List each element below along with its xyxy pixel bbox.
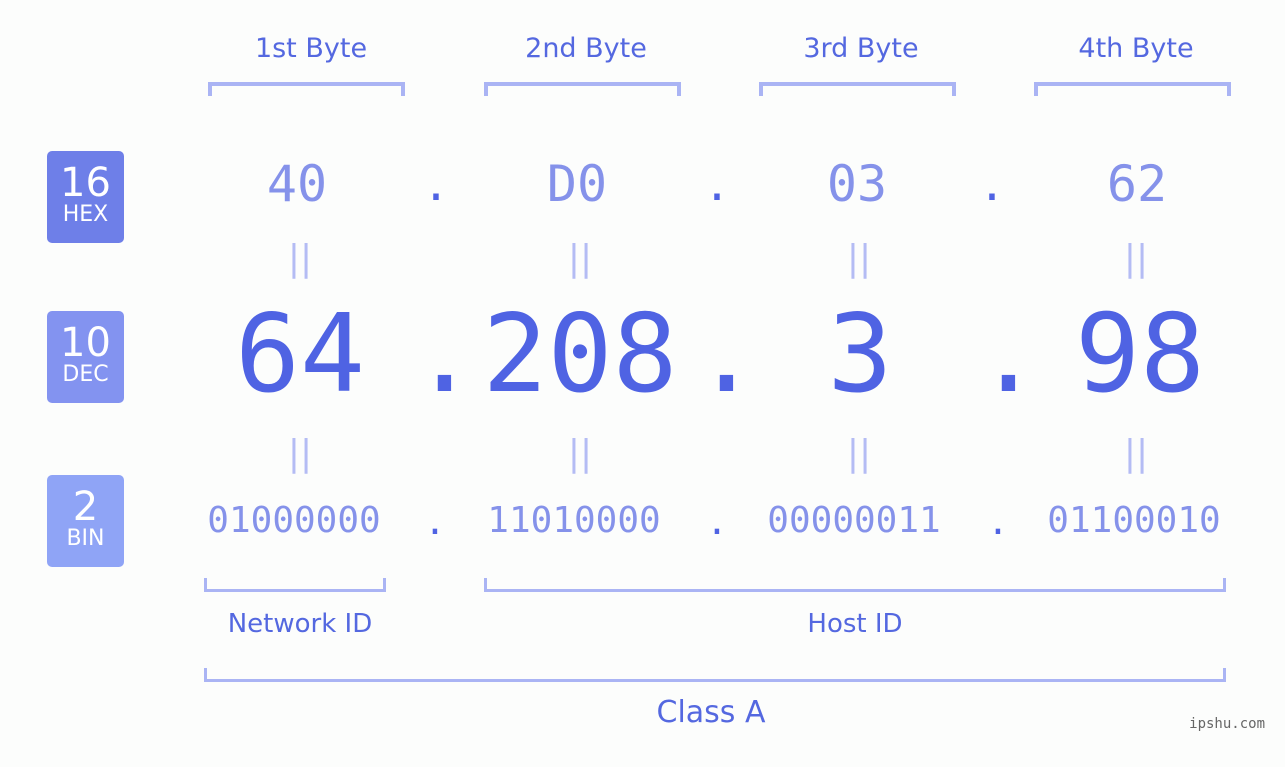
byte-header-3: 3rd Byte: [803, 33, 919, 64]
dec-dot-1: .: [412, 292, 478, 417]
class-label: Class A: [656, 695, 766, 730]
bin-dot-1: .: [424, 502, 446, 543]
dec-byte-2: 208: [482, 292, 678, 417]
equals-hex-dec-4: ||: [1123, 238, 1149, 279]
watermark: ipshu.com: [1189, 716, 1265, 732]
bin-dot-3: .: [987, 502, 1009, 543]
bin-base: 2: [72, 484, 99, 530]
hex-base: 16: [60, 160, 111, 206]
dec-dot-2: .: [694, 292, 760, 417]
byte-bracket-2: [484, 82, 681, 96]
bin-byte-1: 01000000: [207, 500, 381, 541]
network-id-bracket: [204, 578, 386, 592]
bin-label: BIN: [66, 526, 105, 551]
dec-base: 10: [60, 320, 111, 366]
host-id-bracket: [484, 578, 1226, 592]
class-bracket: [204, 668, 1226, 682]
hex-byte-1: 40: [266, 155, 328, 213]
bin-badge: 2 BIN: [47, 475, 124, 567]
equals-hex-dec-2: ||: [567, 238, 593, 279]
hex-badge: 16 HEX: [47, 151, 124, 243]
hex-byte-4: 62: [1106, 155, 1168, 213]
byte-bracket-3: [759, 82, 956, 96]
hex-dot-2: .: [703, 160, 731, 211]
byte-header-2: 2nd Byte: [525, 33, 647, 64]
equals-hex-dec-3: ||: [846, 238, 872, 279]
network-id-label: Network ID: [227, 609, 373, 639]
hex-byte-2: D0: [546, 155, 608, 213]
equals-dec-bin-1: ||: [287, 433, 313, 474]
bin-byte-2: 11010000: [487, 500, 661, 541]
bin-dot-2: .: [706, 502, 728, 543]
dec-badge: 10 DEC: [47, 311, 124, 403]
byte-header-1: 1st Byte: [254, 33, 368, 64]
bin-byte-4: 01100010: [1047, 500, 1221, 541]
equals-dec-bin-4: ||: [1123, 433, 1149, 474]
dec-byte-3: 3: [827, 292, 893, 417]
hex-dot-3: .: [978, 160, 1006, 211]
equals-dec-bin-3: ||: [846, 433, 872, 474]
host-id-label: Host ID: [807, 609, 903, 639]
hex-byte-3: 03: [826, 155, 888, 213]
dec-dot-3: .: [976, 292, 1042, 417]
dec-byte-1: 64: [234, 292, 366, 417]
byte-bracket-4: [1034, 82, 1231, 96]
hex-label: HEX: [62, 202, 109, 227]
hex-dot-1: .: [422, 160, 450, 211]
dec-byte-4: 98: [1074, 292, 1206, 417]
equals-dec-bin-2: ||: [567, 433, 593, 474]
bin-byte-3: 00000011: [767, 500, 941, 541]
byte-header-4: 4th Byte: [1078, 33, 1194, 64]
dec-label: DEC: [62, 362, 109, 387]
byte-bracket-1: [208, 82, 405, 96]
equals-hex-dec-1: ||: [287, 238, 313, 279]
